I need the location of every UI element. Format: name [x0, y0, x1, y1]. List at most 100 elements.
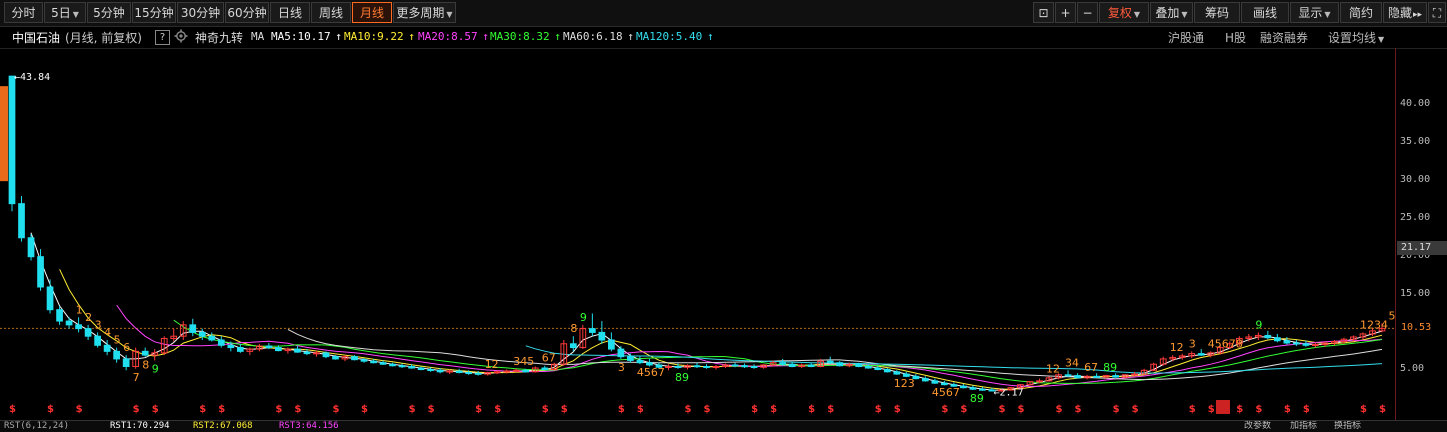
period-tab-5[interactable]: 60分钟: [225, 2, 269, 23]
s-marker: $: [1189, 404, 1196, 415]
indicator-link-1[interactable]: 加指标: [1290, 421, 1317, 432]
fullscreen-icon[interactable]: ⛶: [1428, 2, 1446, 23]
toolbar-button-4[interactable]: 显示 ▼: [1290, 2, 1339, 23]
candle-body: [960, 385, 967, 389]
lock-icon[interactable]: ⊡: [1033, 2, 1054, 23]
nine-turn-label: 12: [1046, 362, 1060, 375]
left-price-marker: [0, 86, 8, 182]
toolbar-button-1[interactable]: 叠加 ▼: [1150, 2, 1193, 23]
indicator-name[interactable]: 神奇九转: [195, 29, 243, 46]
period-toolbar: 分时 5日 ▼ 5分钟 15分钟 30分钟 60分钟 日线 周线 月线 更多周期 ▼ ⊡ + − 复权 ▼ 叠加 ▼…: [0, 0, 1447, 27]
period-tab-0[interactable]: 分时: [4, 2, 43, 23]
candlestick-chart[interactable]: ←43.84←2.1712345678 99812 345 673 4567 89 1234…: [0, 48, 1395, 420]
s-marker: $: [475, 404, 482, 415]
candle-body: [627, 356, 634, 361]
candle-body: [427, 369, 434, 372]
candle-body: [807, 364, 815, 367]
toolbar-button-5[interactable]: 简约: [1340, 2, 1382, 23]
nine-turn-label: 8: [570, 322, 577, 335]
chevron-down-icon: ▼: [72, 10, 79, 19]
s-marker: $: [133, 404, 140, 415]
link-hgt[interactable]: 沪股通: [1168, 29, 1204, 46]
candle-body: [665, 365, 672, 368]
s-marker: $: [409, 404, 416, 415]
period-tab-3[interactable]: 15分钟: [132, 2, 176, 23]
toolbar-button-0[interactable]: 复权 ▼: [1099, 2, 1149, 23]
axis-tick-label: 25.00: [1400, 211, 1431, 223]
candle-body: [417, 367, 425, 371]
rst-value: RST(6,12,24): [4, 421, 70, 431]
ma-settings-button[interactable]: 设置均线 ▼: [1328, 29, 1384, 46]
axis-tick-label: 30.00: [1400, 173, 1431, 185]
candle-body: [103, 344, 111, 352]
period-tab-label: 周线: [318, 6, 343, 20]
toolbar-button-6[interactable]: 隐藏▸▸: [1383, 2, 1427, 23]
s-marker: $: [1236, 404, 1243, 415]
ma-value-ma60: MA60:6.18: [563, 30, 623, 43]
zoom-out-icon[interactable]: −: [1077, 2, 1098, 23]
toolbar-button-2[interactable]: 筹码: [1194, 2, 1240, 23]
toolbar-button-label: 叠加: [1155, 6, 1180, 20]
period-tab-7[interactable]: 周线: [311, 2, 351, 23]
candle-body: [646, 362, 653, 366]
candle-body: [408, 365, 415, 369]
toolbar-button-3[interactable]: 画线: [1241, 2, 1289, 23]
candle-body: [122, 358, 130, 367]
period-tab-8[interactable]: 月线: [352, 2, 392, 23]
s-marker: $: [561, 404, 568, 415]
period-tab-label: 15分钟: [134, 6, 174, 20]
period-tab-2[interactable]: 5分钟: [87, 2, 131, 23]
link-hshare[interactable]: H股: [1225, 29, 1246, 46]
candle-body: [94, 335, 101, 346]
candle-body: [198, 331, 206, 337]
toolbar-button-label: 复权: [1107, 6, 1132, 20]
candle-body: [1112, 375, 1119, 378]
candle-body: [617, 348, 625, 358]
candle-body: [1197, 353, 1205, 356]
candle-body: [75, 324, 82, 330]
s-marker: $: [998, 404, 1005, 415]
candle-body: [141, 350, 149, 356]
candle-body: [46, 286, 54, 311]
nine-turn-label: 67: [1084, 361, 1098, 374]
candle-body: [1131, 373, 1138, 376]
chevron-down-icon: ▼: [1324, 10, 1331, 19]
candle-body: [693, 365, 701, 368]
candle-body: [236, 347, 244, 352]
s-marker: $: [1284, 404, 1291, 415]
nine-turn-label: 8: [142, 359, 149, 372]
s-marker: $: [941, 404, 948, 415]
indicator-link-2[interactable]: 换指标: [1334, 421, 1361, 432]
candle-body: [874, 367, 882, 371]
s-marker: $: [751, 404, 758, 415]
period-tab-1[interactable]: 5日 ▼: [44, 2, 86, 23]
s-marker: $: [1075, 404, 1082, 415]
candle-body: [455, 370, 463, 374]
gear-icon[interactable]: [174, 29, 188, 46]
ma-value-ma5: MA5:10.17: [271, 30, 331, 43]
ma-label: MA: [251, 30, 265, 43]
candle-body: [1273, 337, 1281, 342]
candle-body: [741, 365, 748, 368]
indicator-link-0[interactable]: 改参数: [1244, 421, 1271, 432]
candle-body: [941, 382, 948, 386]
candle-body: [113, 350, 121, 360]
expand-arrows-icon: ▸▸: [1412, 10, 1423, 20]
candle-body: [389, 363, 396, 367]
link-margin[interactable]: 融资融券: [1260, 29, 1308, 46]
period-tab-6[interactable]: 日线: [270, 2, 310, 23]
axis-tick-label: 35.00: [1400, 136, 1431, 148]
zoom-in-icon[interactable]: +: [1055, 2, 1076, 23]
candle-body: [608, 339, 615, 350]
s-marker: $: [1360, 404, 1367, 415]
stock-name[interactable]: 中国石油: [12, 29, 60, 46]
period-tab-4[interactable]: 30分钟: [177, 2, 224, 23]
s-marker: $: [1255, 404, 1262, 415]
s-marker: $: [76, 404, 83, 415]
candle-body: [37, 256, 44, 288]
period-tab-9[interactable]: 更多周期 ▼: [393, 2, 456, 23]
nine-turn-label: 45678: [1208, 337, 1243, 350]
help-icon[interactable]: ?: [155, 30, 170, 45]
toolbar-button-label: 筹码: [1204, 6, 1229, 20]
max-price-label: ←43.84: [14, 72, 50, 83]
